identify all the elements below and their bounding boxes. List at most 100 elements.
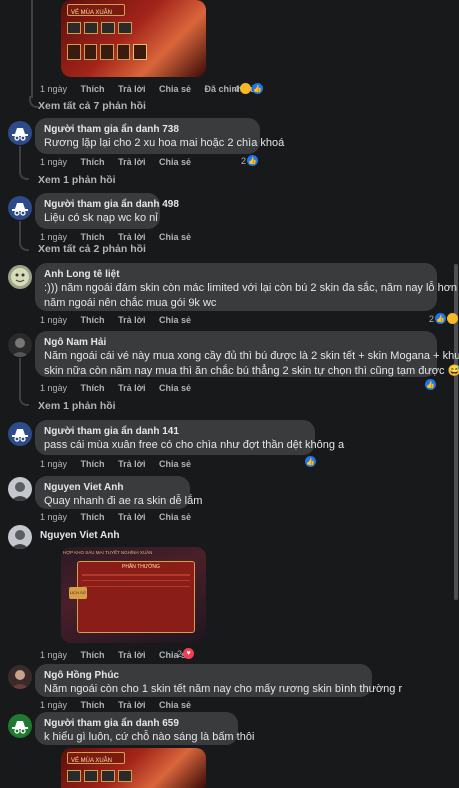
- time[interactable]: 1 ngày: [40, 650, 67, 660]
- comment-actions: 1 ngày Thích Trả lời Chia sẻ: [40, 700, 202, 710]
- reward-panel: PHẦN THƯỞNG: [77, 561, 195, 633]
- reaction-count: 2: [177, 648, 183, 659]
- attached-image[interactable]: HỢP KHO SÁU MAI TUYẾT NGHĨNH XUÂN PHẦN T…: [61, 547, 206, 643]
- comment-author[interactable]: Anh Long tê liệt: [44, 268, 428, 281]
- like-button[interactable]: Thích: [81, 700, 105, 710]
- view-replies-link[interactable]: Xem 1 phản hồi: [38, 400, 116, 412]
- comment-author[interactable]: Ngô Hồng Phúc: [44, 669, 363, 682]
- anonymous-avatar-icon[interactable]: [8, 714, 32, 738]
- comment-text: Rương lặp lại cho 2 xu hoa mai hoặc 2 ch…: [44, 137, 285, 149]
- reply-button[interactable]: Trả lời: [118, 650, 145, 660]
- comment-text: k hiểu gì luôn, cứ chỗ nào sáng là bấm t…: [44, 731, 255, 743]
- reaction-summary[interactable]: 4 👍: [234, 83, 264, 94]
- like-button[interactable]: Thích: [81, 232, 105, 242]
- view-replies-link[interactable]: Xem tất cả 7 phản hồi: [38, 100, 146, 112]
- comment-text: Năm ngoái cái vé này mua xong cầy đủ thì…: [44, 350, 459, 362]
- reply-button[interactable]: Trả lời: [118, 383, 145, 393]
- reaction-summary[interactable]: 👍: [425, 379, 436, 390]
- thread-line: [31, 0, 33, 98]
- like-button[interactable]: Thích: [81, 383, 105, 393]
- like-button[interactable]: Thích: [81, 84, 105, 94]
- share-button[interactable]: Chia sẻ: [159, 84, 191, 94]
- comment-author[interactable]: Nguyen Viet Anh: [40, 529, 119, 542]
- comment-bubble: Anh Long tê liệt :))) năm ngoái đám skin…: [35, 263, 458, 311]
- share-button[interactable]: Chia sẻ: [159, 232, 191, 242]
- share-button[interactable]: Chia sẻ: [159, 512, 191, 522]
- image-reward-row: [67, 770, 147, 782]
- reply-button[interactable]: Trả lời: [118, 700, 145, 710]
- user-avatar[interactable]: [8, 665, 32, 689]
- view-replies-link[interactable]: Xem tất cả 2 phản hồi: [38, 243, 146, 255]
- like-reaction-icon: 👍: [305, 456, 316, 467]
- time[interactable]: 1 ngày: [40, 157, 67, 167]
- comment-author[interactable]: Người tham gia ẩn danh 498: [44, 198, 179, 211]
- time[interactable]: 1 ngày: [40, 700, 67, 710]
- anonymous-avatar-icon[interactable]: [8, 422, 32, 446]
- like-reaction-icon: 👍: [435, 313, 447, 324]
- time[interactable]: 1 ngày: [40, 84, 67, 94]
- like-button[interactable]: Thích: [81, 459, 105, 469]
- wow-reaction-icon: [240, 83, 252, 94]
- user-avatar[interactable]: [8, 265, 32, 289]
- reaction-summary[interactable]: 2 👍: [429, 313, 459, 324]
- comment-author[interactable]: Người tham gia ẩn danh 738: [44, 123, 251, 136]
- reaction-summary[interactable]: 👍: [305, 456, 316, 467]
- share-button[interactable]: Chia sẻ: [159, 700, 191, 710]
- share-button[interactable]: Chia sẻ: [159, 383, 191, 393]
- comment-actions: 1 ngày Thích Trả lời Chia sẻ: [40, 232, 202, 242]
- comment-text: :))) năm ngoái đám skin còn mác limited …: [44, 282, 458, 294]
- thread-curve: [19, 394, 29, 406]
- comment-bubble: Nguyen Viet Anh Quay nhanh đi ae ra skin…: [35, 476, 202, 509]
- attached-image[interactable]: VÉ MÙA XUÂN: [61, 0, 206, 77]
- comment-bubble: Người tham gia ẩn danh 498 Liệu có sk nạ…: [35, 193, 179, 229]
- comment-author[interactable]: Người tham gia ẩn danh 659: [44, 717, 229, 730]
- reaction-count: 4: [234, 83, 240, 94]
- reply-button[interactable]: Trả lời: [118, 232, 145, 242]
- view-replies-link[interactable]: Xem 1 phản hồi: [38, 174, 116, 186]
- time[interactable]: 1 ngày: [40, 459, 67, 469]
- reply-button[interactable]: Trả lời: [118, 315, 145, 325]
- anonymous-avatar-icon[interactable]: [8, 121, 32, 145]
- like-button[interactable]: Thích: [81, 157, 105, 167]
- like-button[interactable]: Thích: [81, 512, 105, 522]
- like-reaction-icon: 👍: [252, 83, 264, 94]
- time[interactable]: 1 ngày: [40, 383, 67, 393]
- image-title: HỢP KHO SÁU MAI TUYẾT NGHĨNH XUÂN: [63, 550, 153, 555]
- comment-bubble: Ngô Hồng Phúc Năm ngoái còn cho 1 skin t…: [35, 664, 402, 697]
- reply-button[interactable]: Trả lời: [118, 157, 145, 167]
- time[interactable]: 1 ngày: [40, 315, 67, 325]
- reaction-summary[interactable]: 2 👍: [241, 155, 259, 166]
- like-button[interactable]: Thích: [81, 315, 105, 325]
- reply-button[interactable]: Trả lời: [118, 84, 145, 94]
- share-button[interactable]: Chia sẻ: [159, 315, 191, 325]
- love-reaction-icon: ♥: [183, 648, 195, 659]
- thread-curve: [19, 239, 29, 251]
- haha-reaction-icon: [447, 313, 459, 324]
- user-avatar[interactable]: [8, 525, 32, 549]
- comment-actions: 1 ngày Thích Trả lời Chia sẻ: [40, 383, 202, 393]
- reply-button[interactable]: Trả lời: [118, 459, 145, 469]
- comment-text: năm ngoái nên chắc mua gói 9k wc: [44, 297, 217, 309]
- comment-author[interactable]: Ngô Nam Hải: [44, 336, 428, 349]
- anonymous-avatar-icon[interactable]: [8, 196, 32, 220]
- side-tab: LỊCH SỬ: [69, 587, 87, 599]
- time[interactable]: 1 ngày: [40, 232, 67, 242]
- user-avatar[interactable]: [8, 333, 32, 357]
- attached-image[interactable]: VÉ MÙA XUÂN: [61, 748, 206, 788]
- image-reward-row: [67, 22, 147, 34]
- thread-line: [19, 358, 21, 396]
- reply-button[interactable]: Trả lời: [118, 512, 145, 522]
- like-button[interactable]: Thích: [81, 650, 105, 660]
- comment-author[interactable]: Nguyen Viet Anh: [44, 481, 181, 494]
- share-button[interactable]: Chia sẻ: [159, 459, 191, 469]
- comment-text: skin nữa còn năm nay mua thì ăn chắc bú …: [44, 365, 459, 377]
- share-button[interactable]: Chia sẻ: [159, 157, 191, 167]
- like-reaction-icon: 👍: [247, 155, 259, 166]
- comment-bubble: Ngô Nam Hải Năm ngoái cái vé này mua xon…: [35, 331, 459, 377]
- reaction-summary[interactable]: 2 ♥: [177, 648, 195, 659]
- user-avatar[interactable]: [8, 477, 32, 501]
- comment-actions: 1 ngày Thích Trả lời Chia sẻ: [40, 512, 202, 522]
- comment-bubble: Người tham gia ẩn danh 659 k hiểu gì luô…: [35, 712, 255, 745]
- comment-author[interactable]: Người tham gia ẩn danh 141: [44, 425, 306, 438]
- time[interactable]: 1 ngày: [40, 512, 67, 522]
